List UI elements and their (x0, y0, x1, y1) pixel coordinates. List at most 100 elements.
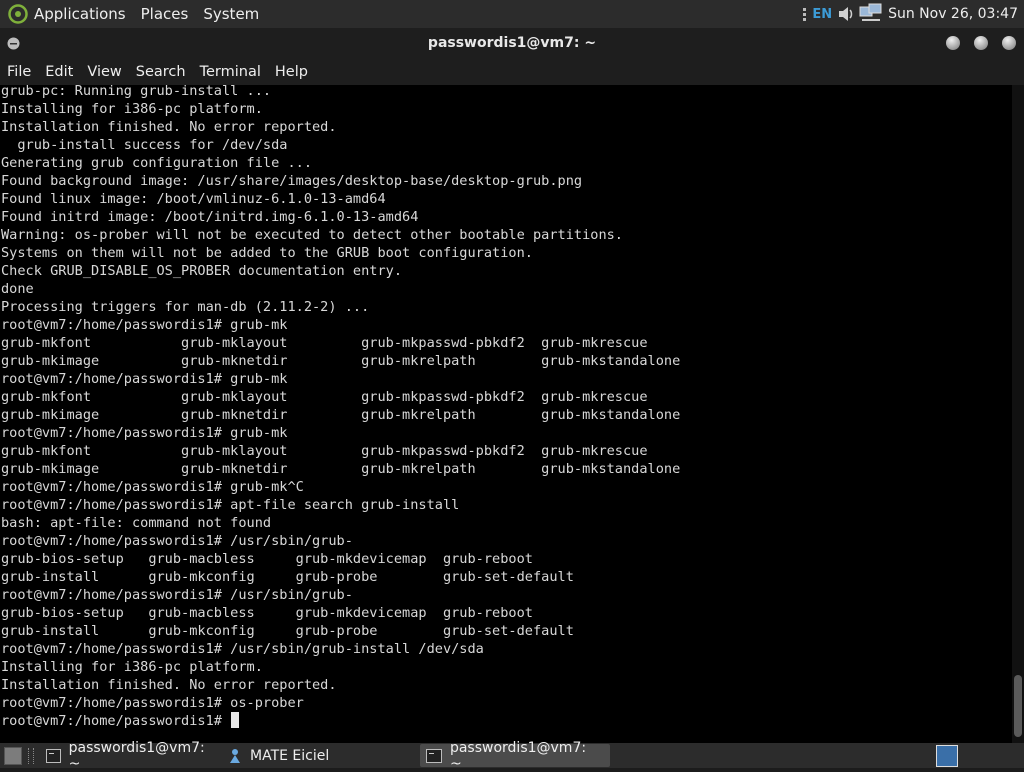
panel-grip (28, 747, 34, 764)
terminal-scrollbar[interactable] (1012, 85, 1024, 743)
terminal-line-text: grub-bios-setup grub-macbless grub-mkdev… (1, 551, 533, 567)
menu-edit[interactable]: Edit (45, 64, 73, 80)
terminal-line-text: grub-mkfont grub-mklayout grub-mkpasswd-… (1, 443, 648, 459)
terminal-line-text: root@vm7:/home/passwordis1# grub-mk^C (1, 479, 304, 495)
terminal-line: grub-mkimage grub-mknetdir grub-mkrelpat… (1, 406, 680, 424)
terminal-line-text: grub-install grub-mkconfig grub-probe gr… (1, 623, 574, 639)
task-label: passwordis1@vm7: ~ (449, 739, 587, 772)
window-menu-icon[interactable] (7, 37, 20, 50)
terminal-line: Warning: os-prober will not be executed … (1, 226, 680, 244)
terminal-line-text: Warning: os-prober will not be executed … (1, 227, 623, 243)
terminal-line-text: grub-mkimage grub-mknetdir grub-mkrelpat… (1, 353, 681, 369)
workspace-switcher-icon[interactable] (936, 745, 958, 767)
terminal-line: root@vm7:/home/passwordis1# grub-mk (1, 370, 680, 388)
terminal-line-text: root@vm7:/home/passwordis1# grub-mk (1, 425, 288, 441)
scrollbar-thumb[interactable] (1014, 675, 1022, 737)
terminal-line: root@vm7:/home/passwordis1# (1, 712, 680, 730)
task-label: passwordis1@vm7: ~ (68, 739, 205, 772)
menu-view[interactable]: View (87, 64, 121, 80)
text-cursor (231, 712, 240, 728)
taskbar-item-terminal-1[interactable]: passwordis1@vm7: ~ (40, 740, 214, 772)
terminal-line: Installation finished. No error reported… (1, 676, 680, 694)
terminal-line-text: Processing triggers for man-db (2.11.2-2… (1, 299, 370, 315)
terminal-line-text: Installing for i386-pc platform. (1, 101, 263, 117)
top-panel: Applications Places System EN Sun Nov 26… (0, 0, 1024, 28)
tray-handle (803, 7, 807, 21)
terminal-icon (46, 748, 61, 763)
keyboard-layout-indicator[interactable]: EN (812, 7, 832, 22)
terminal-icon (426, 748, 442, 763)
window-controls (946, 36, 1016, 50)
window-title-bar[interactable]: passwordis1@vm7: ~ (0, 28, 1024, 59)
terminal-line-text: root@vm7:/home/passwordis1# /usr/sbin/gr… (1, 587, 353, 603)
terminal-line: grub-pc: Running grub-install ... (1, 85, 680, 100)
terminal-line: grub-mkfont grub-mklayout grub-mkpasswd-… (1, 388, 680, 406)
terminal-line-text: grub-install grub-mkconfig grub-probe gr… (1, 569, 574, 585)
taskbar-item-eiciel[interactable]: MATE Eiciel (222, 744, 416, 767)
terminal-line: grub-mkimage grub-mknetdir grub-mkrelpat… (1, 460, 680, 478)
terminal-line-text: grub-mkimage grub-mknetdir grub-mkrelpat… (1, 407, 681, 423)
terminal-line-text: root@vm7:/home/passwordis1# grub-mk (1, 371, 288, 387)
terminal-line-text: Found background image: /usr/share/image… (1, 173, 583, 189)
terminal-line: Systems on them will not be added to the… (1, 244, 680, 262)
close-button[interactable] (1002, 36, 1016, 50)
terminal-line-text: root@vm7:/home/passwordis1# os-prober (1, 695, 304, 711)
terminal-line: root@vm7:/home/passwordis1# grub-mk^C (1, 478, 680, 496)
terminal-line-text: grub-mkfont grub-mklayout grub-mkpasswd-… (1, 389, 648, 405)
terminal-line: root@vm7:/home/passwordis1# apt-file sea… (1, 496, 680, 514)
terminal-line: root@vm7:/home/passwordis1# os-prober (1, 694, 680, 712)
terminal-line-text: grub-bios-setup grub-macbless grub-mkdev… (1, 605, 533, 621)
terminal-line-text: grub-install success for /dev/sda (1, 137, 288, 153)
terminal-line-text: root@vm7:/home/passwordis1# grub-mk (1, 317, 288, 333)
terminal-line: grub-bios-setup grub-macbless grub-mkdev… (1, 604, 680, 622)
terminal-line: grub-install success for /dev/sda (1, 136, 680, 154)
menu-search[interactable]: Search (136, 64, 186, 80)
terminal-line: Found initrd image: /boot/initrd.img-6.1… (1, 208, 680, 226)
terminal-output: grub-pc: Running grub-install ... Install… (1, 85, 680, 730)
terminal-line-text: bash: apt-file: command not found (1, 515, 272, 531)
terminal-line: Found background image: /usr/share/image… (1, 172, 680, 190)
terminal-line: Installation finished. No error reported… (1, 118, 680, 136)
volume-icon[interactable] (836, 4, 856, 24)
taskbar-item-terminal-2[interactable]: passwordis1@vm7: ~ (420, 740, 610, 772)
menu-help[interactable]: Help (275, 64, 308, 80)
terminal-line: bash: apt-file: command not found (1, 514, 680, 532)
terminal-area[interactable]: grub-pc: Running grub-install ... Install… (0, 85, 1012, 743)
terminal-line: Processing triggers for man-db (2.11.2-2… (1, 298, 680, 316)
terminal-line-text: root@vm7:/home/passwordis1# /usr/sbin/gr… (1, 641, 484, 657)
maximize-button[interactable] (974, 36, 988, 50)
terminal-line: root@vm7:/home/passwordis1# /usr/sbin/gr… (1, 640, 680, 658)
window-title: passwordis1@vm7: ~ (427, 35, 597, 51)
terminal-line: done (1, 280, 680, 298)
terminal-line-text: grub-mkimage grub-mknetdir grub-mkrelpat… (1, 461, 681, 477)
terminal-line: grub-mkfont grub-mklayout grub-mkpasswd-… (1, 334, 680, 352)
clock[interactable]: Sun Nov 26, 03:47 (888, 6, 1018, 22)
terminal-line-text: Generating grub configuration file ... (1, 155, 312, 171)
menu-places[interactable]: Places (141, 5, 189, 23)
terminal-line-text: Installation finished. No error reported… (1, 677, 337, 693)
terminal-line: grub-install grub-mkconfig grub-probe gr… (1, 568, 680, 586)
terminal-line: root@vm7:/home/passwordis1# /usr/sbin/gr… (1, 586, 680, 604)
network-icon[interactable] (858, 3, 884, 25)
menu-system[interactable]: System (203, 5, 259, 23)
menu-terminal[interactable]: Terminal (200, 64, 261, 80)
terminal-line: Installing for i386-pc platform. (1, 658, 680, 676)
terminal-line: Installing for i386-pc platform. (1, 100, 680, 118)
terminal-line-text: Installing for i386-pc platform. (1, 659, 263, 675)
terminal-line: Generating grub configuration file ... (1, 154, 680, 172)
mate-logo-icon[interactable] (8, 4, 28, 24)
terminal-line-text: done (1, 281, 34, 297)
terminal-line: Check GRUB_DISABLE_OS_PROBER documentati… (1, 262, 680, 280)
terminal-line: root@vm7:/home/passwordis1# grub-mk (1, 424, 680, 442)
terminal-line-text: root@vm7:/home/passwordis1# /usr/sbin/gr… (1, 533, 353, 549)
terminal-line-text: root@vm7:/home/passwordis1# (1, 713, 231, 729)
terminal-line: grub-mkfont grub-mklayout grub-mkpasswd-… (1, 442, 680, 460)
minimize-button[interactable] (946, 36, 960, 50)
terminal-line: root@vm7:/home/passwordis1# /usr/sbin/gr… (1, 532, 680, 550)
terminal-line-text: grub-pc: Running grub-install ... (1, 85, 272, 99)
eiciel-icon (230, 748, 240, 763)
show-desktop-icon[interactable] (4, 746, 22, 765)
menu-file[interactable]: File (7, 64, 31, 80)
terminal-line-text: Found linux image: /boot/vmlinuz-6.1.0-1… (1, 191, 386, 207)
menu-applications[interactable]: Applications (34, 5, 126, 23)
